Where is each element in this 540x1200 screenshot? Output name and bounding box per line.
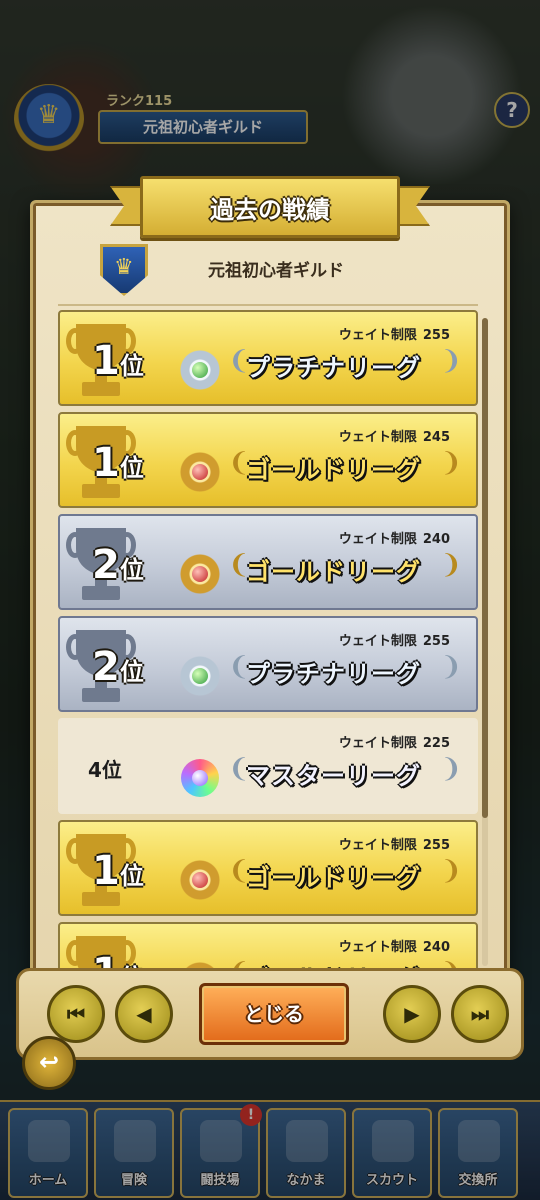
result-card: ウェイト制限 255 2位 ❨ プラチナリーグ ❩ (58, 616, 478, 712)
rank-suffix: 位 (119, 352, 144, 380)
prev-page-icon[interactable]: ◀ (115, 985, 173, 1043)
rank-badge: 1位 (92, 338, 144, 384)
first-page-icon[interactable]: ⏮ (47, 985, 105, 1043)
rank-badge: 2位 (92, 542, 144, 588)
result-card: ウェイト制限 255 1位 ❨ ゴールドリーグ ❩ (58, 820, 478, 916)
rank-suffix: 位 (119, 454, 144, 482)
weight-limit-value: 255 (422, 328, 450, 343)
weight-limit-label: ウェイト制限 (338, 430, 417, 445)
weight-limit-label: ウェイト制限 (338, 838, 417, 853)
weight-limit-value: 255 (422, 634, 450, 649)
gold-gem-icon (180, 860, 220, 900)
league-name: ゴールドリーグ (246, 456, 421, 484)
rank-badge: 1位 (92, 950, 144, 970)
gold-gem-icon (180, 452, 220, 492)
result-card: ウェイト制限 245 1位 ❨ ゴールドリーグ ❩ (58, 412, 478, 508)
laurel-right-icon: ❩ (440, 550, 462, 580)
close-button[interactable]: とじる (199, 983, 349, 1045)
rank-number: 2 (92, 542, 120, 588)
rank-number: 1 (92, 950, 120, 970)
result-card: ウェイト制限 255 1位 ❨ プラチナリーグ ❩ (58, 310, 478, 406)
weight-limit: ウェイト制限 225 (333, 732, 450, 751)
modal-title: 過去の戦績 (210, 196, 330, 224)
scrollbar-thumb[interactable] (482, 318, 488, 818)
weight-limit-value: 240 (422, 532, 450, 547)
laurel-right-icon: ❩ (440, 754, 462, 784)
league-name: ゴールドリーグ (246, 558, 421, 586)
weight-limit-label: ウェイト制限 (338, 940, 417, 955)
gold-gem-icon (180, 554, 220, 594)
master-gem-icon (180, 758, 220, 798)
rank-number: 1 (92, 848, 120, 894)
result-card: ウェイト制限240 1位 ❨ ゴールドリーグ ❩ (58, 922, 478, 970)
results-scrollbar[interactable] (482, 318, 488, 966)
weight-limit: ウェイト制限 255 (333, 630, 450, 649)
weight-limit-label: ウェイト制限 (338, 328, 417, 343)
back-icon[interactable]: ↩ (22, 1036, 76, 1090)
last-page-icon[interactable]: ⏭ (451, 985, 509, 1043)
weight-limit-value: 255 (422, 838, 450, 853)
rank-suffix: 位 (119, 658, 144, 686)
laurel-right-icon: ❩ (440, 448, 462, 478)
weight-limit: ウェイト制限 240 (333, 528, 450, 547)
platinum-gem-icon (180, 350, 220, 390)
league-name: マスターリーグ (246, 762, 421, 790)
next-page-icon[interactable]: ▶ (383, 985, 441, 1043)
rank-suffix: 位 (119, 556, 144, 584)
rank-badge: 1位 (92, 440, 144, 486)
weight-limit-label: ウェイト制限 (338, 736, 417, 751)
page-controls: ⏮ ◀ とじる ▶ ⏭ (16, 968, 524, 1060)
weight-limit-value: 240 (422, 940, 450, 955)
laurel-right-icon: ❩ (440, 856, 462, 886)
weight-limit: ウェイト制限 255 (333, 324, 450, 343)
rank-number: 1 (92, 440, 120, 486)
result-card: ウェイト制限 225 4位 ❨ マスターリーグ ❩ (58, 718, 478, 814)
rank-suffix: 位 (119, 862, 144, 890)
weight-limit: ウェイト制限 255 (333, 834, 450, 853)
guild-row: 元祖初心者ギルド (58, 232, 478, 306)
weight-limit-label: ウェイト制限 (338, 532, 417, 547)
guild-crest-icon (100, 244, 148, 296)
result-card: ウェイト制限 240 2位 ❨ ゴールドリーグ ❩ (58, 514, 478, 610)
guild-name: 元祖初心者ギルド (208, 261, 344, 281)
platinum-gem-icon (180, 656, 220, 696)
rank-text: 4位 (88, 758, 122, 782)
league-name: プラチナリーグ (246, 660, 421, 688)
weight-limit: ウェイト制限 240 (333, 936, 450, 955)
weight-limit-value: 245 (422, 430, 450, 445)
league-name: プラチナリーグ (246, 354, 421, 382)
weight-limit-label: ウェイト制限 (338, 634, 417, 649)
rank-badge: 1位 (92, 848, 144, 894)
league-name: ゴールドリーグ (246, 864, 421, 892)
laurel-right-icon: ❩ (440, 652, 462, 682)
rank-badge: 2位 (92, 644, 144, 690)
rank-number: 1 (92, 338, 120, 384)
weight-limit: ウェイト制限 245 (333, 426, 450, 445)
rank-number: 2 (92, 644, 120, 690)
laurel-right-icon: ❩ (440, 346, 462, 376)
results-list[interactable]: ウェイト制限 255 1位 ❨ プラチナリーグ ❩ ウェイト制限 245 1位 ❨ … (58, 310, 478, 970)
weight-limit-value: 225 (422, 736, 450, 751)
